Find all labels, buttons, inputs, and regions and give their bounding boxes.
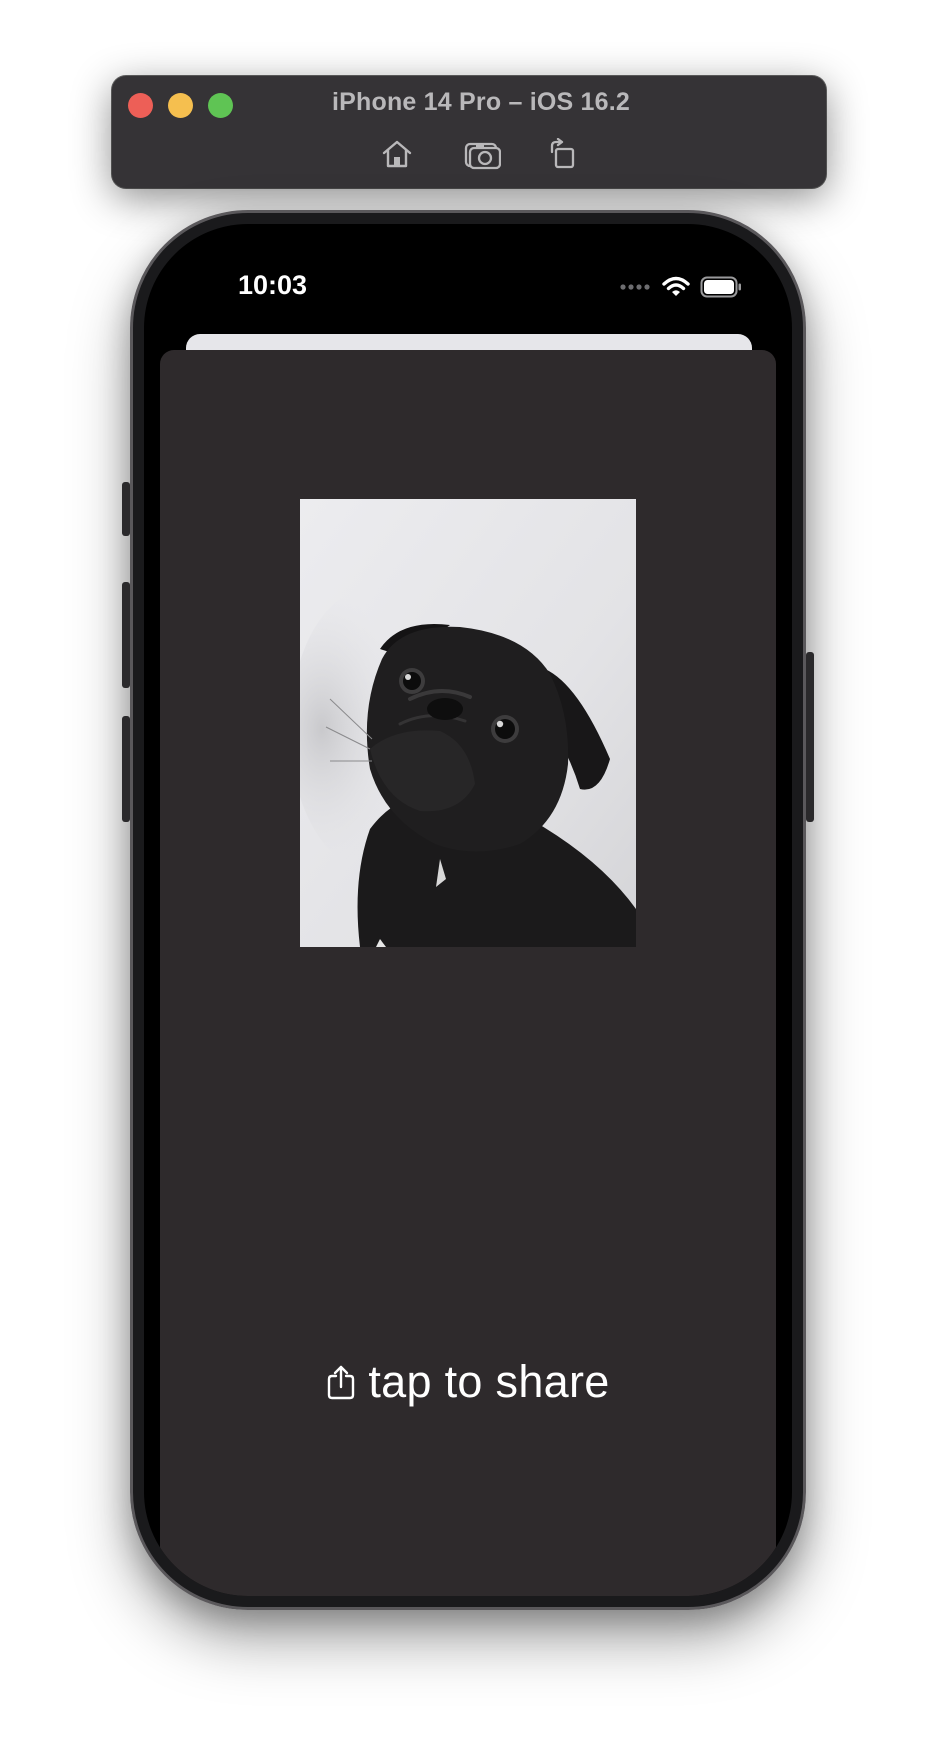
share-icon [328, 1365, 355, 1400]
camera-icon [464, 142, 501, 170]
dog-photo[interactable] [300, 499, 636, 947]
screenshot-button[interactable] [462, 134, 502, 174]
rotate-icon [550, 138, 575, 169]
mute-switch[interactable] [122, 482, 130, 536]
simulator-stage: iPhone 14 Pro – iOS 16.2 10:03 tap to sh… [0, 0, 938, 1762]
simulator-title: iPhone 14 Pro – iOS 16.2 [332, 88, 630, 116]
status-time: 10:03 [238, 270, 308, 300]
rotate-button[interactable] [542, 134, 582, 174]
modal-sheet: tap to share [160, 350, 776, 1596]
wifi-icon [662, 276, 690, 296]
phone-screen: 10:03 tap to share [144, 224, 792, 1596]
signal-dots-icon [620, 284, 650, 290]
share-label: tap to share [368, 1356, 610, 1407]
power-button[interactable] [806, 652, 814, 822]
pug-image [300, 499, 636, 947]
status-icons [620, 276, 742, 298]
share-button[interactable]: tap to share [160, 1356, 776, 1408]
battery-icon [700, 276, 741, 298]
home-icon [382, 140, 412, 168]
simulator-title-bar: iPhone 14 Pro – iOS 16.2 [112, 76, 826, 188]
volume-up-button[interactable] [122, 582, 130, 688]
volume-down-button[interactable] [122, 716, 130, 822]
home-button[interactable] [377, 134, 417, 174]
